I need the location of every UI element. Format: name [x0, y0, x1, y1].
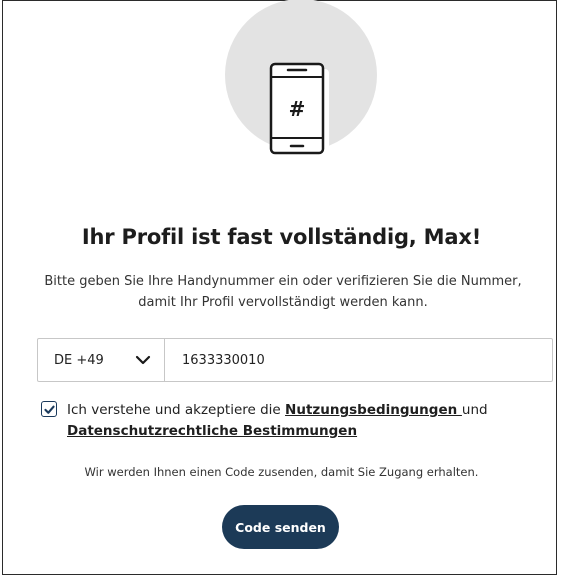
consent-middle: und	[461, 402, 488, 418]
consent-prefix: Ich verstehe und akzeptiere die	[67, 402, 286, 418]
phone-hash-icon: #	[269, 62, 329, 159]
subtitle-line-2: damit Ihr Profil vervollständigt werden …	[138, 295, 428, 310]
send-code-button[interactable]: Code senden	[222, 505, 339, 549]
phone-number-input[interactable]	[165, 338, 552, 382]
hash-glyph: #	[289, 97, 306, 121]
subtitle-line-1: Bitte geben Sie Ihre Handynummer ein ode…	[44, 274, 522, 289]
privacy-link[interactable]: Datenschutzrechtliche Bestimmungen	[67, 423, 357, 439]
checkmark-icon	[43, 405, 55, 414]
consent-text: Ich verstehe und akzeptiere die Nutzungs…	[67, 400, 537, 442]
country-code-select[interactable]: DE +49	[38, 339, 165, 381]
info-text: Wir werden Ihnen einen Code zusenden, da…	[84, 465, 479, 479]
terms-link[interactable]: Nutzungsbedingungen	[285, 402, 462, 418]
page-title: Ihr Profil ist fast vollständig, Max!	[81, 225, 482, 249]
country-code-value: DE +49	[54, 352, 104, 368]
phone-number-field: DE +49	[37, 338, 553, 382]
subtitle: Bitte geben Sie Ihre Handynummer ein ode…	[23, 271, 543, 313]
chevron-down-icon	[135, 355, 151, 365]
consent-checkbox[interactable]	[41, 401, 57, 417]
profile-completion-card: # Ihr Profil ist fast vollständig, Max! …	[2, 0, 557, 575]
